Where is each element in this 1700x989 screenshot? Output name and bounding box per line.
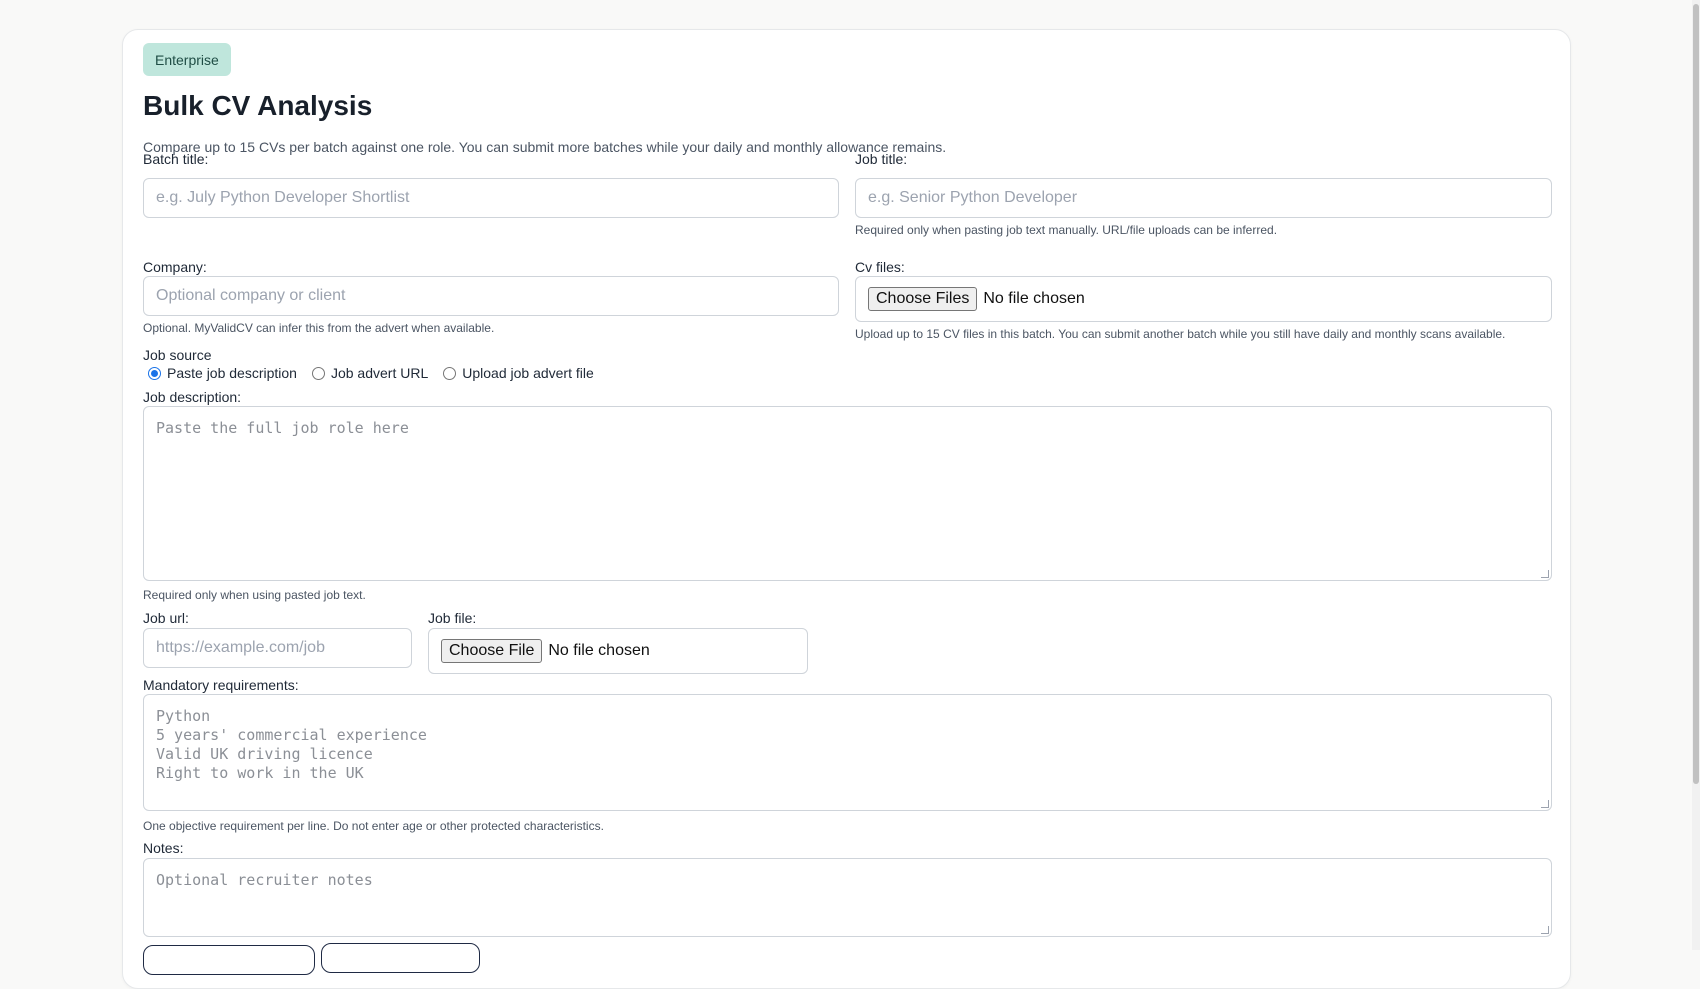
radio-job-advert-url[interactable]	[311, 366, 325, 380]
choose-file-button[interactable]: Choose File	[441, 639, 543, 663]
job-url-label: Job url:	[143, 610, 189, 626]
radio-url-label[interactable]: Job advert URL	[331, 365, 428, 381]
page-title: Bulk CV Analysis	[143, 90, 373, 121]
intro-text: Compare up to 15 CVs per batch against o…	[143, 139, 947, 155]
resize-handle[interactable]	[1541, 570, 1549, 578]
job-description-placeholder: Paste the full job role here	[156, 419, 409, 437]
page-scrollbar-thumb[interactable]	[1693, 4, 1699, 784]
job-description-textarea[interactable]: Paste the full job role here	[143, 406, 1552, 581]
job-file-input[interactable]: Choose File No file chosen	[428, 628, 808, 674]
secondary-action-button[interactable]	[321, 943, 480, 973]
notes-textarea[interactable]: Optional recruiter notes	[143, 858, 1552, 937]
bulk-cv-form-card: Enterprise Bulk CV Analysis Compare up t…	[122, 29, 1571, 989]
cv-files-hint: Upload up to 15 CV files in this batch. …	[855, 327, 1506, 341]
company-hint: Optional. MyValidCV can infer this from …	[143, 321, 495, 335]
company-label: Company:	[143, 259, 207, 275]
batch-title-label: Batch title:	[143, 151, 209, 167]
choose-files-button[interactable]: Choose Files	[868, 287, 978, 311]
mandatory-placeholder-line: Python	[156, 707, 211, 725]
company-input[interactable]: Optional company or client	[143, 276, 839, 316]
mandatory-placeholder-line: Right to work in the UK	[156, 764, 364, 782]
job-source-radio-group: Paste job description Job advert URL Upl…	[143, 365, 604, 381]
notes-label: Notes:	[143, 840, 184, 856]
cv-files-status: No file chosen	[983, 290, 1085, 307]
mandatory-requirements-label: Mandatory requirements:	[143, 677, 299, 693]
job-url-placeholder: https://example.com/job	[156, 639, 325, 656]
resize-handle[interactable]	[1541, 800, 1549, 808]
plan-badge: Enterprise	[143, 43, 231, 76]
resize-handle[interactable]	[1541, 926, 1549, 934]
radio-paste-label[interactable]: Paste job description	[167, 365, 297, 381]
company-placeholder: Optional company or client	[156, 287, 346, 304]
radio-upload-job-advert-file[interactable]	[443, 366, 457, 380]
radio-paste-job-description[interactable]	[148, 366, 161, 380]
cv-files-label: Cv files:	[855, 259, 905, 275]
job-title-input[interactable]: e.g. Senior Python Developer	[855, 178, 1552, 218]
batch-title-input[interactable]: e.g. July Python Developer Shortlist	[143, 178, 839, 218]
job-file-label: Job file:	[428, 610, 477, 626]
job-description-label: Job description:	[143, 389, 242, 405]
mandatory-placeholder-line: Valid UK driving licence	[156, 745, 373, 763]
radio-upload-label[interactable]: Upload job advert file	[462, 365, 594, 381]
batch-title-placeholder: e.g. July Python Developer Shortlist	[156, 189, 410, 206]
job-description-hint: Required only when using pasted job text…	[143, 588, 366, 602]
job-title-hint: Required only when pasting job text manu…	[855, 223, 1278, 237]
mandatory-placeholder-line: 5 years' commercial experience	[156, 726, 427, 744]
cv-files-input[interactable]: Choose Files No file chosen	[855, 276, 1552, 322]
mandatory-requirements-textarea[interactable]: Python 5 years' commercial experience Va…	[143, 694, 1552, 811]
notes-placeholder: Optional recruiter notes	[156, 871, 373, 889]
job-url-input[interactable]: https://example.com/job	[143, 628, 412, 668]
job-title-label: Job title:	[855, 151, 908, 167]
job-file-status: No file chosen	[548, 642, 650, 659]
mandatory-hint: One objective requirement per line. Do n…	[143, 819, 604, 833]
job-source-label: Job source	[143, 347, 212, 363]
job-title-placeholder: e.g. Senior Python Developer	[868, 189, 1078, 206]
